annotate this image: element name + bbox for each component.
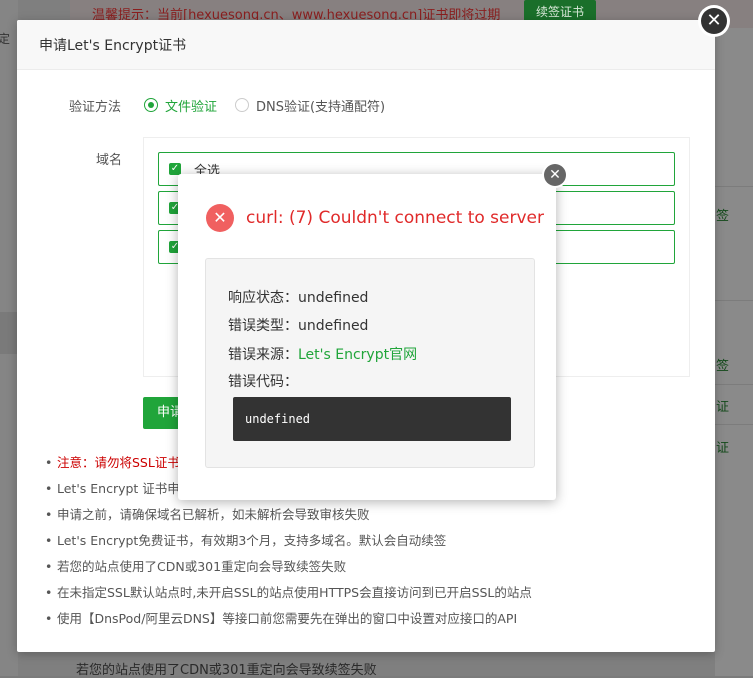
error-code-block: undefined [233, 397, 511, 441]
error-title: curl: (7) Couldn't connect to server [246, 208, 544, 228]
close-icon[interactable]: ✕ [544, 164, 566, 186]
background-right-column [715, 28, 753, 676]
close-icon[interactable]: ✕ [701, 8, 727, 34]
error-code-label: 错误代码： [228, 374, 298, 390]
domain-label: 域名 [96, 153, 123, 168]
background-right-item[interactable]: 签 [716, 205, 729, 224]
error-popup: ✕ curl: (7) Couldn't connect to server 响… [178, 174, 556, 500]
error-type-line: 错误类型：undefined [228, 315, 368, 335]
error-source-line: 错误来源：Let's Encrypt官网 [228, 344, 417, 364]
background-left-band [0, 312, 18, 354]
note-item: Let's Encrypt免费证书，有效期3个月，支持多域名。默认会自动续签 [45, 533, 532, 559]
background-row-divider [715, 424, 753, 425]
error-details-box: 响应状态：undefined 错误类型：undefined 错误来源：Let's… [205, 258, 535, 468]
error-source-label: 错误来源： [228, 347, 298, 363]
radio-dns-verify-label[interactable]: DNS验证(支持通配符) [256, 96, 385, 115]
background-row-divider [715, 186, 753, 187]
error-code-line: 错误代码： [228, 371, 298, 391]
dialog-header-divider [17, 69, 715, 70]
background-right-item[interactable]: 签 [716, 355, 729, 374]
background-bottom-note: 若您的站点使用了CDN或301重定向会导致续签失败 [76, 663, 377, 678]
dialog-close-button[interactable]: ✕ [698, 5, 730, 37]
background-row-divider [715, 300, 753, 301]
radio-file-verify-label[interactable]: 文件验证 [165, 96, 217, 115]
verify-method-label: 验证方法 [69, 100, 122, 115]
background-right-item[interactable]: 证 [716, 396, 729, 415]
background-left-text: 定 [0, 32, 11, 46]
error-source-link[interactable]: Let's Encrypt官网 [298, 347, 417, 363]
radio-dns-verify[interactable] [235, 98, 249, 112]
error-close-button[interactable]: ✕ [542, 162, 568, 188]
note-item: 若您的站点使用了CDN或301重定向会导致续签失败 [45, 559, 532, 585]
error-status-label: 响应状态： [228, 290, 298, 306]
radio-file-verify[interactable] [144, 98, 158, 112]
dialog-title: 申请Let's Encrypt证书 [39, 38, 187, 54]
note-item: 在未指定SSL默认站点时,未开启SSL的站点使用HTTPS会直接访问到已开启SS… [45, 585, 532, 611]
error-type-value: undefined [298, 318, 369, 334]
error-status-value: undefined [298, 290, 369, 306]
error-type-label: 错误类型： [228, 318, 298, 334]
note-item: 申请之前，请确保域名已解析，如未解析会导致审核失败 [45, 507, 532, 533]
error-x-icon: ✕ [206, 204, 234, 232]
error-status-line: 响应状态：undefined [228, 287, 368, 307]
note-item: 使用【DnsPod/阿里云DNS】等接口前您需要先在弹出的窗口中设置对应接口的A… [45, 611, 532, 637]
background-right-item[interactable]: 证 [716, 437, 729, 456]
background-row-divider [715, 384, 753, 385]
